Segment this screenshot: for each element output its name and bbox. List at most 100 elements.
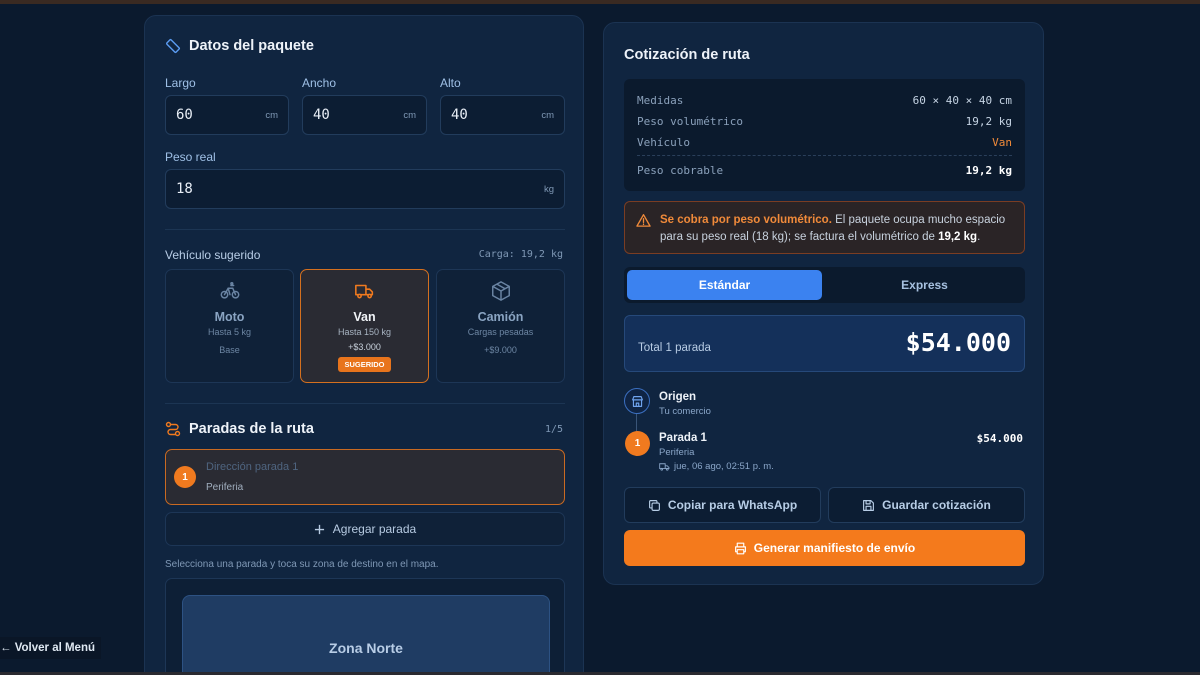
quote-summary: Medidas 60 × 40 × 40 cm Peso volumétrico… (624, 79, 1025, 191)
copy-label: Copiar para WhatsApp (667, 498, 798, 512)
store-icon (631, 395, 643, 407)
bicycle-icon (220, 282, 239, 299)
package-title: Datos del paquete (189, 38, 314, 54)
volumetric-alert: Se cobra por peso volumétrico. El paquet… (624, 201, 1025, 254)
add-stop-button[interactable]: Agregar parada (165, 512, 565, 546)
stops-count: 1/5 (544, 424, 563, 435)
save-icon (863, 499, 875, 511)
stop-marker: 1 (625, 431, 650, 456)
alert-strong: Se cobra por peso volumétrico. (660, 214, 832, 226)
ancho-label: Ancho (302, 76, 337, 90)
save-label: Guardar cotización (882, 498, 991, 512)
manifest-label: Generar manifiesto de envío (753, 541, 916, 555)
summary-divider (637, 155, 1012, 156)
stop-eta: jue, 06 ago, 02:51 p. m. (659, 461, 774, 472)
ancho-unit: cm (403, 109, 416, 121)
origin-title: Origen (659, 391, 697, 403)
summary-row-medidas: Medidas 60 × 40 × 40 cm (637, 94, 1012, 107)
printer-icon (734, 542, 746, 554)
vehicle-card-van[interactable]: Van Hasta 150 kg +$3.000 SUGERIDO (300, 269, 429, 383)
save-quote-button[interactable]: Guardar cotización (828, 487, 1025, 523)
box-icon (491, 281, 510, 301)
truck-icon (659, 463, 670, 471)
truck-icon (354, 284, 373, 299)
stop-zone: Periferia (659, 447, 695, 458)
back-label: ← Volver al Menú (0, 642, 96, 654)
quote-title: Cotización de ruta (624, 47, 750, 63)
summary-value: 19,2 kg (965, 115, 1012, 128)
stop-title: Parada 1 (659, 432, 707, 444)
copy-icon (648, 499, 660, 511)
largo-value: 60 (176, 107, 193, 123)
stop-zone: Periferia (206, 482, 244, 493)
package-panel: Datos del paquete Largo Ancho Alto 60 cm… (144, 15, 584, 675)
zone-map: Zona Norte (165, 578, 565, 675)
total-box: Total 1 parada $54.000 (624, 315, 1025, 372)
peso-unit: kg (543, 183, 554, 195)
alert-value: 19,2 kg (938, 231, 978, 243)
add-stop-label: Agregar parada (332, 522, 417, 536)
ancho-input[interactable]: 40 cm (302, 95, 427, 135)
total-label: Total 1 parada (638, 342, 711, 354)
peso-label: Peso real (165, 150, 216, 164)
divider (165, 403, 565, 404)
summary-label: Peso volumétrico (637, 115, 743, 128)
vehicle-card-moto[interactable]: Moto Hasta 5 kg Base (165, 269, 294, 383)
vehicle-price: Base (219, 345, 240, 355)
ancho-value: 40 (313, 107, 330, 123)
warning-icon (636, 214, 651, 227)
summary-label: Vehículo (637, 136, 690, 149)
largo-unit: cm (265, 109, 278, 121)
load-readout: Carga: 19,2 kg (478, 249, 563, 260)
peso-value: 18 (176, 181, 193, 197)
summary-row-vehicle: Vehículo Van (637, 136, 1012, 149)
largo-input[interactable]: 60 cm (165, 95, 289, 135)
ruler-icon (165, 38, 181, 54)
route-icon (165, 421, 181, 437)
summary-value: 19,2 kg (965, 164, 1012, 177)
generate-manifest-button[interactable]: Generar manifiesto de envío (624, 530, 1025, 566)
stop-price: $54.000 (976, 432, 1023, 445)
summary-value: 60 × 40 × 40 cm (912, 94, 1012, 107)
stop-number-badge: 1 (174, 466, 196, 488)
tab-estandar[interactable]: Estándar (627, 270, 822, 300)
vehicle-price: +$3.000 (348, 342, 381, 352)
quote-panel: Cotización de ruta Medidas 60 × 40 × 40 … (603, 22, 1044, 585)
service-tabs: Estándar Express (624, 267, 1025, 303)
stop-address-placeholder[interactable]: Dirección parada 1 (206, 461, 298, 473)
total-value: $54.000 (905, 328, 1011, 357)
alert-text: Se cobra por peso volumétrico. El paquet… (660, 212, 1014, 246)
package-section-title: Datos del paquete (165, 38, 314, 54)
vehicle-price: +$9.000 (484, 345, 517, 355)
vehicle-capacity: Hasta 150 kg (337, 327, 392, 337)
alto-label: Alto (440, 76, 461, 90)
largo-label: Largo (165, 76, 196, 90)
map-hint: Selecciona una parada y toca su zona de … (165, 559, 439, 570)
summary-value: Van (992, 136, 1012, 149)
stop-date: jue, 06 ago, 02:51 p. m. (674, 461, 774, 472)
summary-label: Medidas (637, 94, 684, 107)
back-to-menu-button[interactable]: ← Volver al Menú (0, 637, 102, 659)
alto-input[interactable]: 40 cm (440, 95, 565, 135)
summary-label: Peso cobrable (637, 164, 724, 177)
suggested-badge: SUGERIDO (338, 357, 391, 372)
vehicle-capacity: Cargas pesadas (467, 327, 534, 337)
alto-unit: cm (541, 109, 554, 121)
tab-express[interactable]: Express (827, 270, 1022, 300)
peso-input[interactable]: 18 kg (165, 169, 565, 209)
vehicle-name: Moto (214, 310, 245, 324)
copy-whatsapp-button[interactable]: Copiar para WhatsApp (624, 487, 821, 523)
zone-norte[interactable]: Zona Norte (182, 595, 550, 675)
divider (165, 229, 565, 230)
stops-section-title: Paradas de la ruta (165, 421, 314, 437)
alert-end: . (977, 231, 981, 243)
origin-marker (624, 388, 650, 414)
vehicle-section-title: Vehículo sugerido (165, 248, 261, 262)
stop-item[interactable]: 1 Dirección parada 1 Periferia (165, 449, 565, 505)
vehicle-name: Van (353, 310, 376, 324)
vehicle-card-camion[interactable]: Camión Cargas pesadas +$9.000 (436, 269, 565, 383)
summary-row-volumetric: Peso volumétrico 19,2 kg (637, 115, 1012, 128)
summary-row-chargeable: Peso cobrable 19,2 kg (637, 164, 1012, 177)
vehicle-capacity: Hasta 5 kg (207, 327, 252, 337)
vehicle-name: Camión (477, 310, 524, 324)
